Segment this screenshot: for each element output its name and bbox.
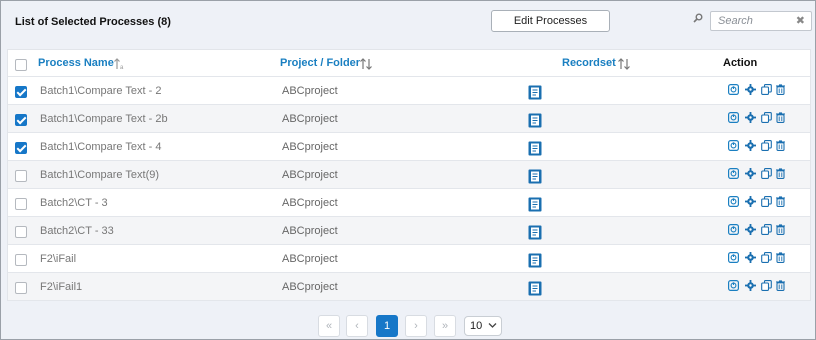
recordset-icon[interactable] bbox=[528, 113, 542, 128]
status-icon[interactable] bbox=[728, 196, 739, 207]
process-name-cell: F2\iFail1 bbox=[40, 281, 83, 293]
status-icon[interactable] bbox=[728, 280, 739, 291]
table-row[interactable]: Batch1\Compare Text(9) ABCproject bbox=[8, 161, 810, 189]
settings-gear-icon[interactable] bbox=[745, 252, 756, 263]
delete-icon[interactable] bbox=[775, 84, 786, 95]
process-name-cell: Batch1\Compare Text(9) bbox=[40, 169, 160, 181]
settings-gear-icon[interactable] bbox=[745, 280, 756, 291]
project-folder-cell: ABCproject bbox=[282, 253, 338, 265]
table-row[interactable]: Batch1\Compare Text - 4 ABCproject bbox=[8, 133, 810, 161]
project-folder-cell: ABCproject bbox=[282, 197, 338, 209]
page-size-value: 10 bbox=[470, 320, 483, 332]
search-input[interactable] bbox=[718, 14, 798, 28]
page-size-select[interactable]: 10 bbox=[464, 316, 502, 336]
delete-icon[interactable] bbox=[775, 224, 786, 235]
project-folder-cell: ABCproject bbox=[282, 85, 338, 97]
recordset-icon[interactable] bbox=[528, 197, 542, 212]
recordset-icon[interactable] bbox=[528, 253, 542, 268]
edit-processes-button[interactable]: Edit Processes bbox=[491, 10, 610, 32]
copy-icon[interactable] bbox=[761, 280, 772, 291]
page-title: List of Selected Processes (8) bbox=[15, 16, 171, 28]
row-checkbox[interactable] bbox=[15, 198, 27, 210]
settings-gear-icon[interactable] bbox=[745, 196, 756, 207]
last-page-button[interactable]: » bbox=[434, 315, 456, 337]
copy-icon[interactable] bbox=[761, 112, 772, 123]
delete-icon[interactable] bbox=[775, 112, 786, 123]
page-1-button[interactable]: 1 bbox=[376, 315, 398, 337]
recordset-icon[interactable] bbox=[528, 141, 542, 156]
row-checkbox[interactable] bbox=[15, 170, 27, 182]
svg-text:a: a bbox=[120, 65, 124, 70]
process-name-cell: Batch1\Compare Text - 4 bbox=[40, 141, 162, 153]
chevron-down-icon bbox=[488, 323, 497, 328]
process-name-cell: Batch1\Compare Text - 2b bbox=[40, 113, 168, 125]
status-icon[interactable] bbox=[728, 140, 739, 151]
select-all-checkbox[interactable] bbox=[15, 59, 27, 71]
column-header-process-name[interactable]: Process Name bbox=[38, 57, 114, 69]
copy-icon[interactable] bbox=[761, 196, 772, 207]
column-header-project-folder[interactable]: Project / Folder bbox=[280, 57, 360, 69]
clear-search-icon[interactable]: ✖ bbox=[796, 14, 805, 27]
sort-icon[interactable] bbox=[618, 58, 630, 70]
project-folder-cell: ABCproject bbox=[282, 169, 338, 181]
process-table: Process Name a Project / Folder Recordse… bbox=[7, 49, 811, 301]
project-folder-cell: ABCproject bbox=[282, 281, 338, 293]
settings-gear-icon[interactable] bbox=[745, 168, 756, 179]
recordset-icon[interactable] bbox=[528, 225, 542, 240]
project-folder-cell: ABCproject bbox=[282, 113, 338, 125]
status-icon[interactable] bbox=[728, 224, 739, 235]
table-row[interactable]: Batch2\CT - 33 ABCproject bbox=[8, 217, 810, 245]
project-folder-cell: ABCproject bbox=[282, 225, 338, 237]
first-page-button[interactable]: « bbox=[318, 315, 340, 337]
row-checkbox[interactable] bbox=[15, 86, 27, 98]
process-name-cell: F2\iFail bbox=[40, 253, 77, 265]
delete-icon[interactable] bbox=[775, 252, 786, 263]
settings-gear-icon[interactable] bbox=[745, 112, 756, 123]
table-row[interactable]: F2\iFail ABCproject bbox=[8, 245, 810, 273]
next-page-button[interactable]: › bbox=[405, 315, 427, 337]
prev-page-button[interactable]: ‹ bbox=[346, 315, 368, 337]
process-name-cell: Batch2\CT - 33 bbox=[40, 225, 114, 237]
search-box: ✖ bbox=[710, 11, 812, 31]
column-header-action: Action bbox=[723, 57, 758, 69]
table-header-row: Process Name a Project / Folder Recordse… bbox=[8, 50, 810, 77]
project-folder-cell: ABCproject bbox=[282, 141, 338, 153]
table-row[interactable]: Batch1\Compare Text - 2 ABCproject bbox=[8, 77, 810, 105]
delete-icon[interactable] bbox=[775, 168, 786, 179]
row-checkbox[interactable] bbox=[15, 142, 27, 154]
process-name-cell: Batch1\Compare Text - 2 bbox=[40, 85, 162, 97]
copy-icon[interactable] bbox=[761, 168, 772, 179]
table-row[interactable]: Batch1\Compare Text - 2b ABCproject bbox=[8, 105, 810, 133]
row-checkbox[interactable] bbox=[15, 254, 27, 266]
status-icon[interactable] bbox=[728, 84, 739, 95]
status-icon[interactable] bbox=[728, 252, 739, 263]
status-icon[interactable] bbox=[728, 168, 739, 179]
status-icon[interactable] bbox=[728, 112, 739, 123]
copy-icon[interactable] bbox=[761, 224, 772, 235]
sort-asc-icon[interactable]: a bbox=[114, 58, 126, 70]
copy-icon[interactable] bbox=[761, 140, 772, 151]
row-checkbox[interactable] bbox=[15, 282, 27, 294]
table-row[interactable]: Batch2\CT - 3 ABCproject bbox=[8, 189, 810, 217]
settings-gear-icon[interactable] bbox=[745, 84, 756, 95]
recordset-icon[interactable] bbox=[528, 281, 542, 296]
delete-icon[interactable] bbox=[775, 280, 786, 291]
column-header-recordset[interactable]: Recordset bbox=[562, 57, 616, 69]
search-icon bbox=[693, 13, 703, 23]
row-checkbox[interactable] bbox=[15, 114, 27, 126]
app-frame: List of Selected Processes (8) Edit Proc… bbox=[0, 0, 816, 340]
recordset-icon[interactable] bbox=[528, 85, 542, 100]
copy-icon[interactable] bbox=[761, 84, 772, 95]
settings-gear-icon[interactable] bbox=[745, 140, 756, 151]
delete-icon[interactable] bbox=[775, 196, 786, 207]
delete-icon[interactable] bbox=[775, 140, 786, 151]
settings-gear-icon[interactable] bbox=[745, 224, 756, 235]
copy-icon[interactable] bbox=[761, 252, 772, 263]
sort-icon[interactable] bbox=[360, 58, 372, 70]
recordset-icon[interactable] bbox=[528, 169, 542, 184]
table-row[interactable]: F2\iFail1 ABCproject bbox=[8, 273, 810, 301]
row-checkbox[interactable] bbox=[15, 226, 27, 238]
process-name-cell: Batch2\CT - 3 bbox=[40, 197, 108, 209]
